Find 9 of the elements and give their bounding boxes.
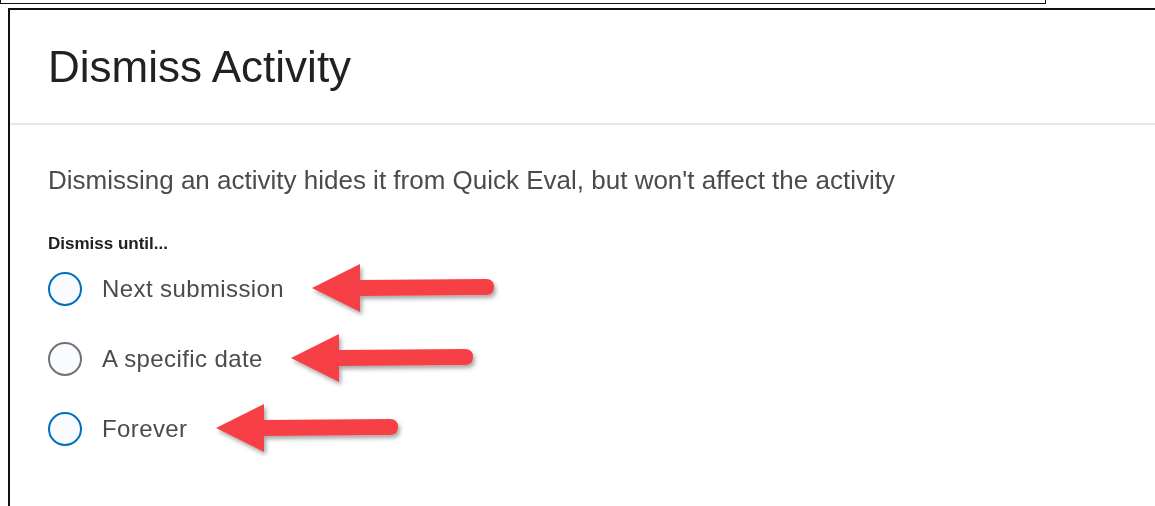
dialog-title: Dismiss Activity — [48, 41, 352, 92]
option-label[interactable]: A specific date — [102, 345, 263, 373]
description-text: Dismissing an activity hides it from Quick Eval, but won't affect the activity — [48, 165, 896, 196]
radio-button[interactable] — [48, 272, 82, 306]
option-label[interactable]: Forever — [102, 415, 188, 443]
radio-button[interactable] — [48, 412, 82, 446]
radio-button[interactable] — [48, 342, 82, 376]
group-label: Dismiss until... — [48, 234, 169, 254]
option-label[interactable]: Next submission — [102, 275, 285, 303]
